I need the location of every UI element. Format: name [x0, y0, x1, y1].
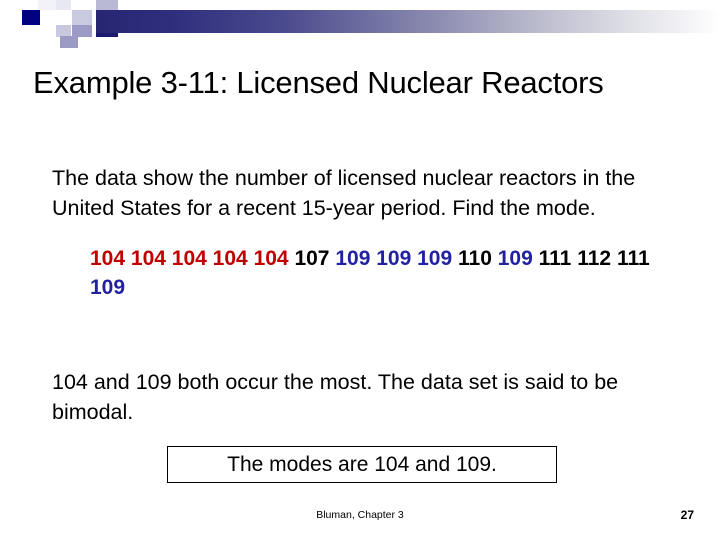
header-gradient-bar: [96, 10, 720, 33]
conclusion-text: 104 and 109 both occur the most. The dat…: [52, 369, 619, 424]
deco-square-lavender-top: [96, 0, 118, 10]
data-value: 109: [90, 276, 126, 299]
data-value: 110: [458, 247, 492, 270]
data-value: 112: [577, 247, 612, 270]
deco-square-periwinkle-bottom: [60, 36, 78, 48]
data-value: 109: [497, 247, 533, 270]
data-value: 111: [538, 247, 572, 270]
data-value: 107: [294, 247, 330, 270]
deco-square-pale-top: [38, 0, 56, 10]
deco-square-navy: [22, 10, 40, 25]
data-value: 104: [90, 247, 126, 270]
answer-box: The modes are 104 and 109.: [167, 446, 557, 483]
data-value: 104: [212, 247, 248, 270]
data-value: 109: [335, 247, 371, 270]
data-value: 104: [253, 247, 289, 270]
deco-square-lavender-mid: [72, 10, 92, 25]
problem-statement: The data show the number of licensed nuc…: [52, 165, 636, 220]
slide: Example 3-11: Licensed Nuclear Reactors …: [0, 0, 720, 540]
deco-square-pale-upper: [56, 0, 71, 10]
data-value: 104: [130, 247, 166, 270]
header-decoration: [0, 0, 720, 48]
page-title: Example 3-11: Licensed Nuclear Reactors: [33, 64, 604, 100]
dataset-values: 104 104 104 104 104 107 109 109 109 110 …: [90, 244, 650, 302]
answer-text: The modes are 104 and 109.: [227, 452, 497, 476]
page-number: 27: [680, 508, 694, 522]
data-value: 109: [376, 247, 412, 270]
data-value: 111: [616, 247, 650, 270]
data-value: 104: [171, 247, 207, 270]
footer-source: Bluman, Chapter 3: [316, 509, 404, 521]
data-value: 109: [417, 247, 453, 270]
slide-footer: Bluman, Chapter 3 27: [0, 508, 720, 529]
